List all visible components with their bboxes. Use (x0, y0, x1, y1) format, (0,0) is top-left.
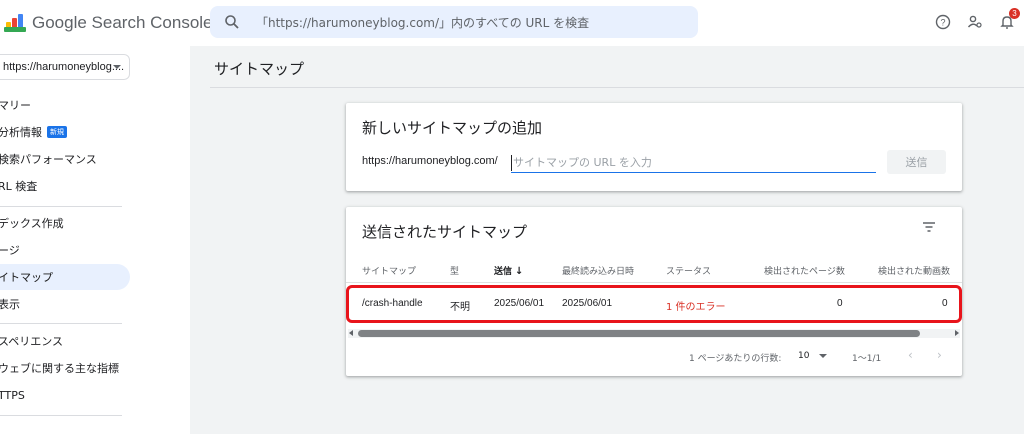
column-header-discovered-pages[interactable]: 検出されたページ数 (764, 264, 845, 277)
notification-badge: 3 (1009, 8, 1020, 19)
chevron-down-icon (819, 354, 827, 358)
search-console-logo-icon (4, 14, 26, 32)
property-label: https://harumoneyblog.... (3, 61, 125, 73)
sidebar-item-url-inspection[interactable]: RL 検査 (0, 173, 130, 199)
column-header-sitemap[interactable]: サイトマップ (362, 264, 416, 277)
title-divider (210, 87, 1024, 88)
svg-text:?: ? (940, 18, 945, 28)
help-icon[interactable]: ? (933, 12, 953, 32)
sidebar-item-summary[interactable]: マリー (0, 92, 130, 118)
previous-page-button[interactable]: ‹ (908, 348, 913, 362)
url-prefix: https://harumoneyblog.com/ (362, 155, 498, 167)
search-placeholder: 「https://harumoneyblog.com/」内のすべての URL を… (256, 15, 590, 30)
sidebar-item-insights[interactable]: 分析情報 新規 (0, 119, 130, 145)
logo[interactable]: Google Search Console (0, 10, 213, 36)
manage-users-icon[interactable] (965, 12, 985, 32)
page-range: 1〜1/1 (852, 354, 882, 364)
sort-arrow-down-icon: ↓ (515, 266, 524, 277)
column-header-type[interactable]: 型 (450, 264, 459, 277)
sidebar-item-core-web-vitals[interactable]: ウェブに関する主な指標 (0, 355, 130, 381)
submit-sitemap-button[interactable]: 送信 (887, 150, 946, 174)
filter-icon[interactable] (922, 221, 936, 233)
highlight-annotation (346, 285, 962, 323)
sidebar: https://harumoneyblog.... マリー 分析情報 新規 検索パ… (0, 46, 190, 434)
rows-per-page-select[interactable]: 10 (798, 351, 809, 361)
search-icon (225, 15, 239, 29)
scrollbar-thumb[interactable] (358, 330, 920, 337)
add-sitemap-card: 新しいサイトマップの追加 https://harumoneyblog.com/ … (346, 103, 962, 191)
chevron-down-icon (113, 65, 121, 69)
nav-divider (0, 323, 122, 324)
scroll-right-icon[interactable] (955, 330, 959, 336)
submitted-sitemaps-card: 送信されたサイトマップ サイトマップ 型 送信 ↓ 最終読み込み日時 ステータス … (346, 207, 962, 376)
add-sitemap-title: 新しいサイトマップの追加 (362, 119, 543, 137)
next-page-button[interactable]: › (937, 348, 942, 362)
row-separator (346, 282, 962, 283)
sidebar-item-sitemaps[interactable]: イトマップ (0, 264, 130, 290)
sitemap-url-input[interactable] (511, 153, 876, 173)
sidebar-item-https[interactable]: TTPS (0, 382, 130, 408)
nav-divider (0, 415, 122, 416)
top-bar: Google Search Console 「https://harumoney… (0, 0, 1024, 46)
app-title: Google Search Console (32, 13, 213, 32)
sidebar-item-removals[interactable]: 表示 (0, 291, 130, 317)
column-header-last-read[interactable]: 最終読み込み日時 (562, 264, 634, 277)
page-title: サイトマップ (214, 60, 305, 78)
scroll-left-icon[interactable] (349, 330, 353, 336)
column-header-submitted[interactable]: 送信 ↓ (494, 264, 523, 277)
sidebar-section-indexing[interactable]: デックス作成 (0, 210, 130, 236)
horizontal-scrollbar[interactable] (348, 329, 960, 338)
sidebar-item-pages[interactable]: ージ (0, 237, 130, 263)
property-selector[interactable]: https://harumoneyblog.... (0, 54, 130, 80)
rows-per-page-label: 1 ページあたりの行数: (689, 354, 782, 364)
text-cursor (511, 155, 512, 171)
column-header-discovered-videos[interactable]: 検出された動画数 (878, 264, 950, 277)
sidebar-section-experience[interactable]: スペリエンス (0, 328, 130, 354)
column-header-status[interactable]: ステータス (666, 264, 711, 277)
url-inspection-search[interactable]: 「https://harumoneyblog.com/」内のすべての URL を… (210, 6, 698, 38)
submitted-sitemaps-title: 送信されたサイトマップ (362, 223, 528, 241)
new-badge: 新規 (47, 126, 67, 138)
sidebar-item-performance[interactable]: 検索パフォーマンス (0, 146, 130, 172)
nav-divider (0, 206, 122, 207)
notifications-bell-icon[interactable]: 3 (997, 8, 1020, 32)
